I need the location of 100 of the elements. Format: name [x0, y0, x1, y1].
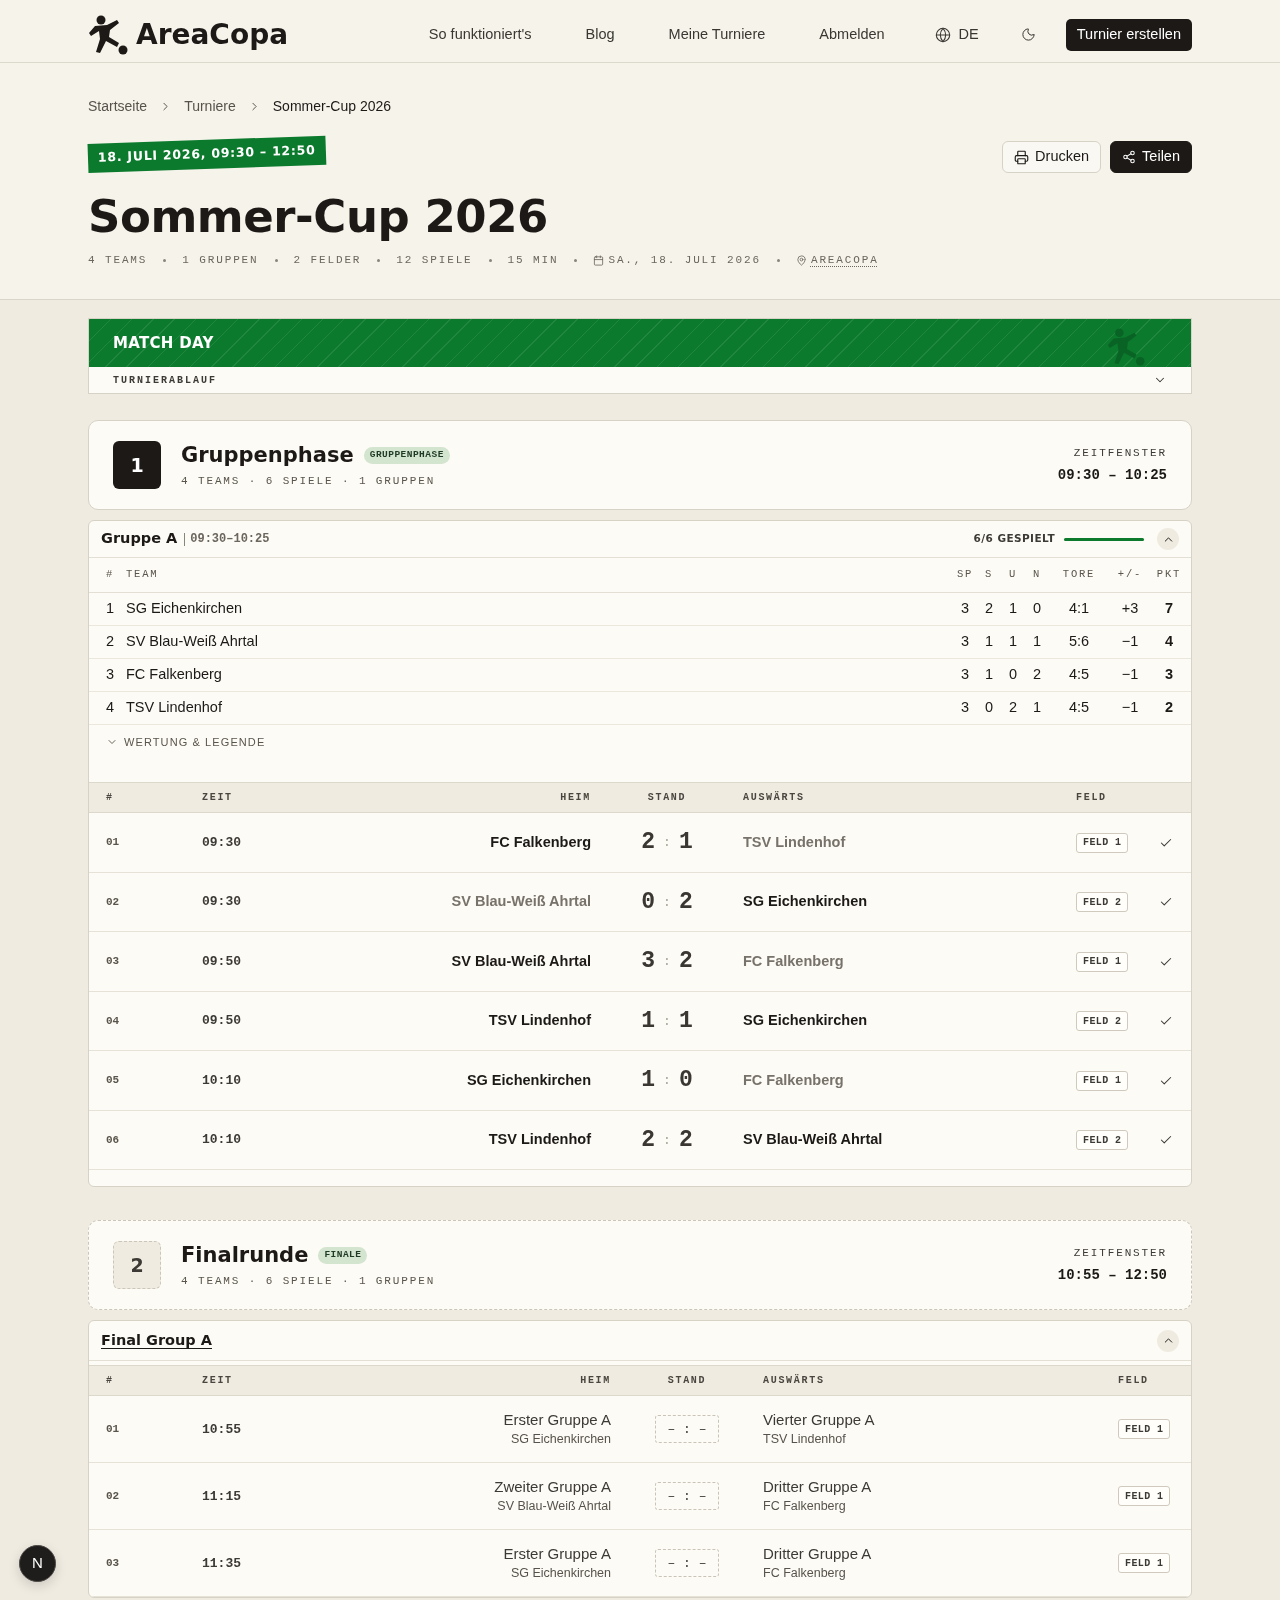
- stage-meta: 4 TEAMS · 6 SPIELE · 1 GRUPPEN: [181, 473, 437, 489]
- score-separator: :: [663, 1014, 671, 1028]
- breadcrumb-link[interactable]: Startseite: [88, 95, 148, 117]
- column-header: U: [1008, 567, 1018, 583]
- home-team: SV Blau-Weiß Ahrtal: [451, 951, 591, 971]
- column-header: #: [106, 1374, 115, 1389]
- kickoff-time: 09:50: [202, 1012, 241, 1031]
- create-tournament-button[interactable]: Turnier erstellen: [1065, 18, 1192, 51]
- language-switcher[interactable]: DE: [934, 23, 979, 46]
- field-tag: FELD 1: [1118, 1419, 1171, 1440]
- stat-value: 4:5: [1068, 698, 1090, 718]
- team-name: FC Falkenberg: [126, 665, 222, 685]
- score-separator: :: [663, 895, 671, 909]
- away-team: SG Eichenkirchen: [743, 1011, 868, 1031]
- column-header: HEIM: [579, 1374, 611, 1389]
- away-slot: Dritter Gruppe A: [763, 1477, 872, 1498]
- print-button[interactable]: Drucken: [1002, 141, 1102, 173]
- collapse-toggle[interactable]: [1157, 528, 1179, 551]
- nav-link[interactable]: Abmelden: [819, 23, 885, 46]
- stat-value: 0: [984, 698, 994, 718]
- score-entry-field[interactable]: – : –: [655, 1482, 719, 1511]
- player-logo-icon: [88, 14, 128, 55]
- field-tag: FELD 2: [1076, 1011, 1129, 1031]
- match-number: 02: [106, 894, 120, 910]
- tournament-date: SA., 18. JULI 2026: [608, 252, 761, 268]
- home-team: SV Blau-Weiß Ahrtal: [497, 1498, 611, 1516]
- nav-link[interactable]: Meine Turniere: [668, 23, 766, 46]
- away-team: SG Eichenkirchen: [743, 892, 868, 912]
- score-separator: :: [663, 955, 671, 968]
- stat-value: 4:5: [1068, 665, 1090, 685]
- field-tag: FELD 2: [1076, 1130, 1129, 1150]
- column-header: SP: [956, 567, 974, 583]
- score-value: 0: [678, 1069, 693, 1092]
- tournament-stat: 15 MIN: [507, 252, 559, 268]
- match-number: 01: [106, 835, 120, 851]
- column-header: FELD: [1118, 1374, 1150, 1389]
- away-team: FC Falkenberg: [743, 951, 844, 971]
- globe-icon: [934, 26, 951, 43]
- column-header: AUSWÄRTS: [763, 1373, 826, 1389]
- stat-value: 0: [1032, 599, 1042, 619]
- field-tag: FELD 1: [1118, 1553, 1171, 1574]
- home-team: SG Eichenkirchen: [510, 1431, 611, 1449]
- schedule-toggle[interactable]: TURNIERABLAUF: [89, 367, 1191, 394]
- stage-meta: 4 TEAMS · 6 SPIELE · 1 GRUPPEN: [181, 1273, 436, 1289]
- share-button[interactable]: Teilen: [1110, 141, 1192, 173]
- column-header: TORE: [1062, 567, 1096, 583]
- home-team: SG Eichenkirchen: [466, 1070, 591, 1090]
- rank-number: 4: [106, 698, 115, 718]
- team-name: TSV Lindenhof: [126, 698, 222, 718]
- home-team: TSV Lindenhof: [488, 1130, 591, 1150]
- column-header: #: [106, 791, 115, 806]
- away-team: FC Falkenberg: [763, 1498, 846, 1516]
- time-window-value: 10:55 – 12:50: [1057, 1266, 1167, 1285]
- match-number: 03: [106, 1556, 120, 1571]
- stat-value: 1: [984, 665, 994, 685]
- score-entry-field[interactable]: – : –: [655, 1415, 719, 1444]
- stat-value: 1: [1032, 698, 1042, 718]
- brand-name[interactable]: AreaCopa: [136, 20, 289, 49]
- map-pin-icon: [795, 254, 807, 266]
- stat-value: 4:1: [1068, 599, 1090, 619]
- location-link[interactable]: AREACOPA: [810, 251, 879, 269]
- score-value: 0: [641, 890, 656, 914]
- legend-toggle[interactable]: WERTUNG & LEGENDE: [106, 734, 266, 751]
- breadcrumb-link[interactable]: Turniere: [184, 95, 236, 117]
- stat-value: 3: [960, 698, 970, 718]
- score-entry-field[interactable]: – : –: [655, 1549, 719, 1578]
- tournament-title: Sommer-Cup 2026: [88, 190, 548, 243]
- stat-value: 1: [1008, 632, 1018, 652]
- group-link[interactable]: Final Group A: [101, 1329, 212, 1352]
- stat-value: −1: [1121, 698, 1139, 718]
- dev-tools-button[interactable]: N: [19, 1545, 56, 1582]
- printer-icon: [1014, 149, 1030, 165]
- stat-value: 3: [960, 632, 970, 652]
- kickoff-time: 10:10: [202, 1131, 241, 1150]
- nav-link[interactable]: So funktioniert's: [428, 23, 532, 46]
- collapse-toggle[interactable]: [1157, 1329, 1179, 1352]
- score-value: 3: [641, 950, 656, 973]
- column-header: STAND: [646, 791, 688, 806]
- points-value: 4: [1164, 632, 1174, 652]
- group-time: 09:30–10:25: [184, 532, 270, 546]
- away-team: FC Falkenberg: [743, 1070, 844, 1090]
- nav-link[interactable]: Blog: [585, 23, 615, 46]
- kickoff-time: 10:10: [202, 1071, 241, 1090]
- time-window-label: ZEITFENSTER: [1073, 445, 1167, 461]
- field-tag: FELD 1: [1076, 951, 1129, 972]
- field-tag: FELD 1: [1076, 832, 1129, 853]
- score-value: 1: [678, 1009, 693, 1033]
- page-title-crumb: Sommer-Cup 2026: [272, 96, 392, 116]
- score-value: 1: [678, 831, 693, 854]
- stage-number: 1: [113, 441, 161, 490]
- column-header: ZEIT: [202, 791, 234, 806]
- time-window-label: ZEITFENSTER: [1073, 1245, 1167, 1261]
- rank-number: 3: [106, 665, 115, 685]
- points-value: 7: [1164, 599, 1174, 619]
- column-header: PKT: [1156, 567, 1182, 583]
- stat-value: 2: [1032, 665, 1042, 685]
- field-tag: FELD 2: [1076, 892, 1129, 912]
- progress-label: 6/6 GESPIELT: [973, 531, 1055, 547]
- stat-value: −1: [1121, 665, 1139, 685]
- stat-value: 1: [984, 632, 994, 652]
